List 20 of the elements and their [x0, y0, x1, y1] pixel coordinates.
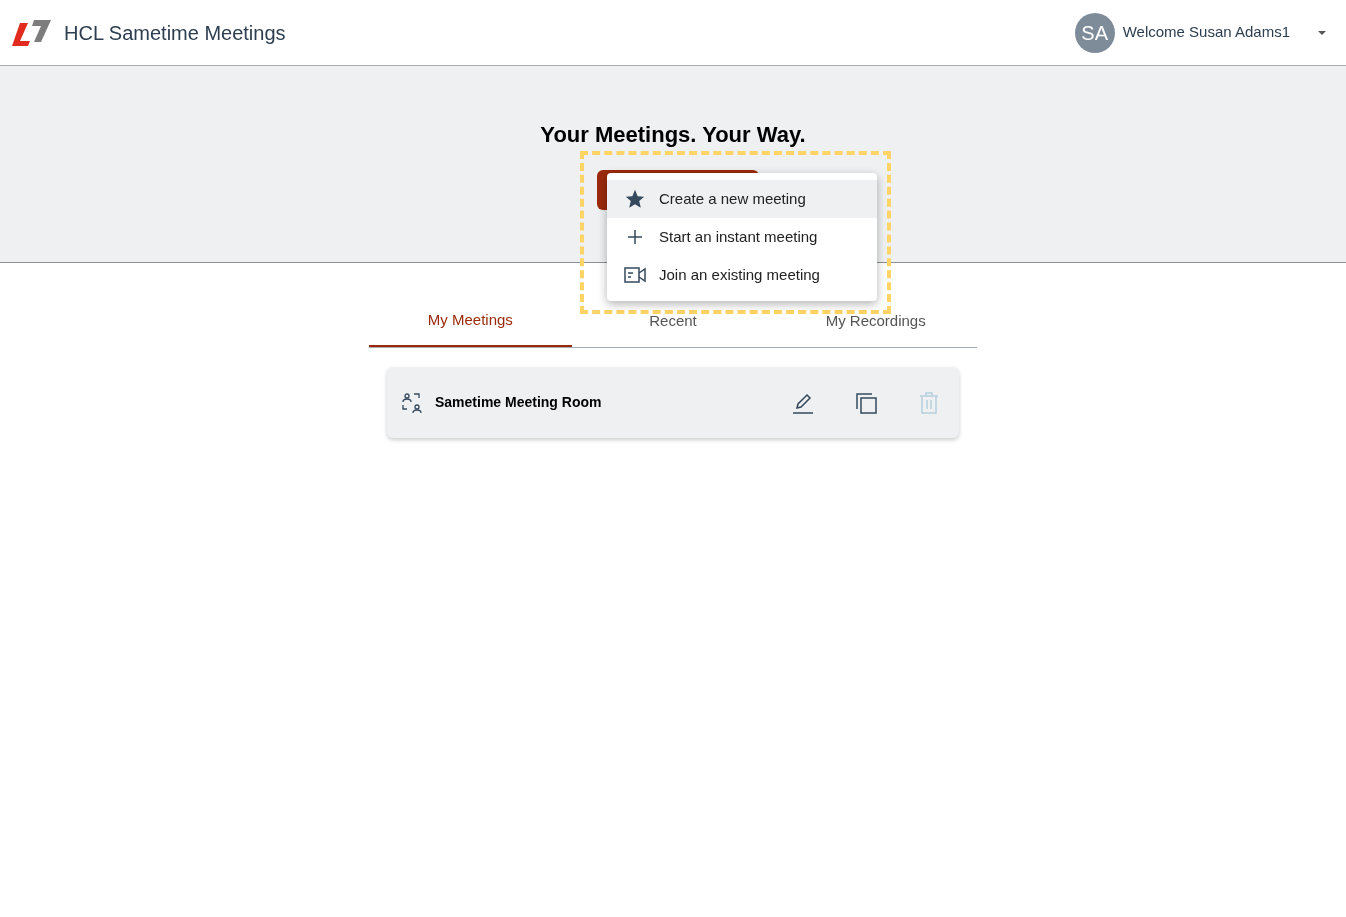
star-icon — [624, 188, 646, 210]
menu-item[interactable]: Join an existing meeting — [607, 256, 877, 294]
avatar: SA — [1074, 12, 1115, 53]
app-title: HCL Sametime Meetings — [64, 20, 286, 46]
tab[interactable]: Recent — [571, 300, 775, 347]
meeting-card[interactable]: Sametime Meeting Room — [387, 367, 959, 438]
copy-icon — [854, 390, 878, 415]
logo-icon — [12, 18, 52, 47]
tab[interactable]: My Meetings — [369, 300, 572, 347]
user-menu-button[interactable]: SA Welcome Susan Adams1 — [1074, 12, 1334, 53]
meeting-name: Sametime Meeting Room — [435, 393, 603, 412]
hero-title: Your Meetings. Your Way. — [540, 121, 806, 149]
trash-icon — [919, 391, 939, 414]
plus-icon — [626, 228, 644, 246]
menu-item[interactable]: Create a new meeting — [607, 180, 877, 218]
tab[interactable]: My Recordings — [774, 300, 977, 347]
video-camera-icon — [624, 267, 646, 283]
caret-icon — [1318, 30, 1326, 35]
menu-item[interactable]: Start an instant meeting — [607, 218, 877, 256]
meeting-room-icon — [401, 391, 423, 414]
